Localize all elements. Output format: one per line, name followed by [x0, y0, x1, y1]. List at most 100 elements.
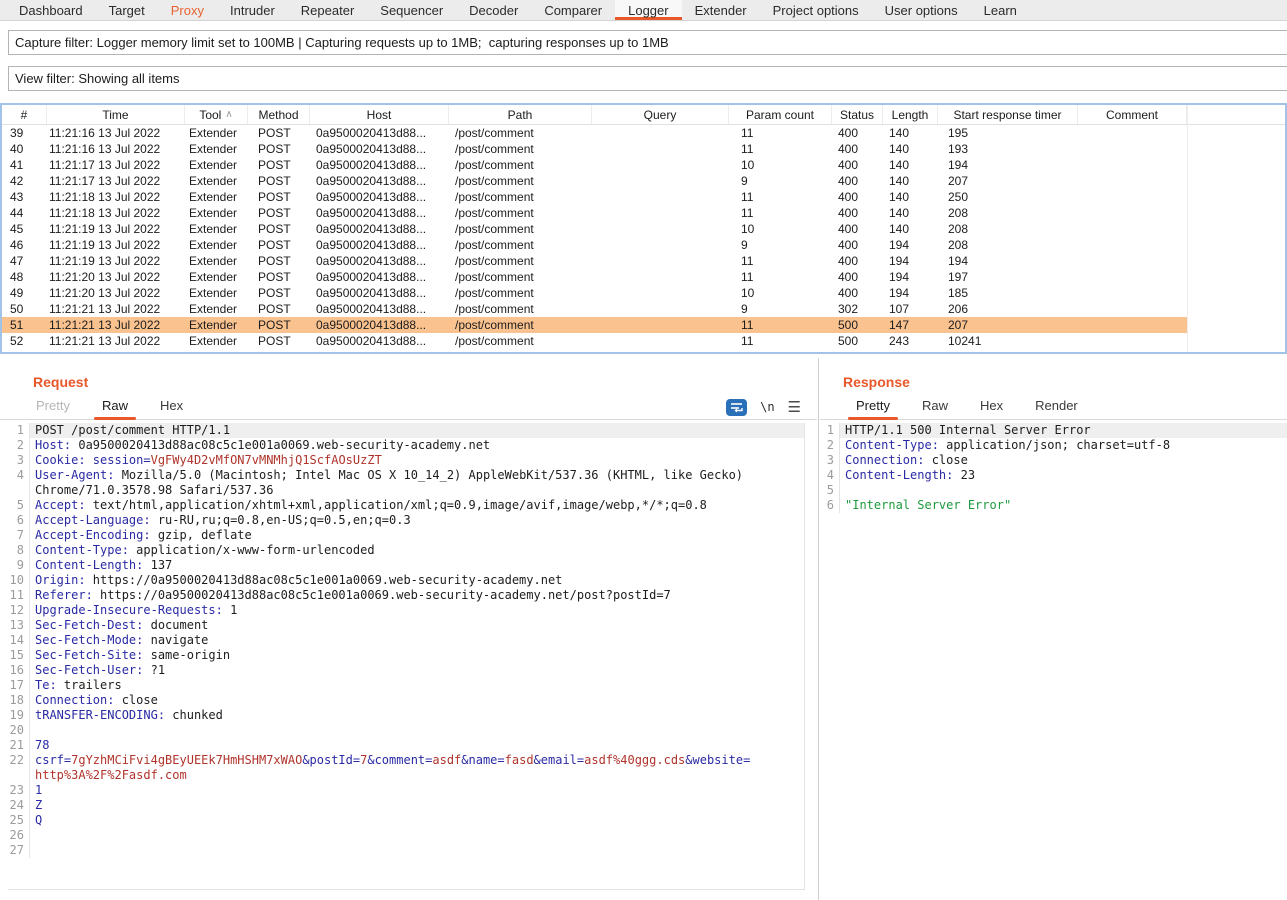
cell-tool: Extender — [185, 333, 248, 349]
log-row-50[interactable]: 5011:21:21 13 Jul 2022ExtenderPOST0a9500… — [2, 301, 1285, 317]
log-row-41[interactable]: 4111:21:17 13 Jul 2022ExtenderPOST0a9500… — [2, 157, 1285, 173]
cell-start-response-timer: 207 — [938, 173, 1078, 189]
response-tab-render[interactable]: Render — [1025, 398, 1088, 419]
capture-filter-text: Capture filter: Logger memory limit set … — [15, 35, 669, 50]
line-content: 1 — [30, 783, 804, 798]
log-row-43[interactable]: 4311:21:18 13 Jul 2022ExtenderPOST0a9500… — [2, 189, 1285, 205]
log-row-46[interactable]: 4611:21:19 13 Jul 2022ExtenderPOST0a9500… — [2, 237, 1285, 253]
nav-tab-repeater[interactable]: Repeater — [288, 0, 367, 20]
request-tab-pretty[interactable]: Pretty — [26, 398, 80, 419]
cell-tool: Extender — [185, 269, 248, 285]
log-row-52[interactable]: 5211:21:21 13 Jul 2022ExtenderPOST0a9500… — [2, 333, 1285, 349]
cell-start-response-timer: 223 — [938, 349, 1078, 354]
newline-toggle-icon[interactable]: \n — [760, 400, 774, 414]
line-content: http%3A%2F%2Fasdf.com — [30, 768, 804, 783]
line-number: 18 — [8, 693, 30, 708]
cell-host: 0a9500020413d88... — [310, 253, 449, 269]
column-header-[interactable]: # — [2, 105, 47, 124]
column-header-tool[interactable]: Tool∧ — [185, 105, 248, 124]
nav-tab-logger[interactable]: Logger — [615, 0, 681, 20]
line-content: POST /post/comment HTTP/1.1 — [30, 423, 804, 438]
log-row-39[interactable]: 3911:21:16 13 Jul 2022ExtenderPOST0a9500… — [2, 125, 1285, 141]
column-header-length[interactable]: Length — [883, 105, 938, 124]
line-content: Connection: close — [30, 693, 804, 708]
request-line-16: 16Sec-Fetch-User: ?1 — [8, 663, 804, 678]
column-header-method[interactable]: Method — [248, 105, 310, 124]
log-row-53[interactable]: 5311:21:22 13 Jul 2022ExtenderPOST0a9500… — [2, 349, 1285, 354]
column-header-comment[interactable]: Comment — [1078, 105, 1187, 124]
view-filter-bar[interactable]: View filter: Showing all items — [8, 66, 1287, 91]
response-tab-hex[interactable]: Hex — [970, 398, 1013, 419]
log-row-47[interactable]: 4711:21:19 13 Jul 2022ExtenderPOST0a9500… — [2, 253, 1285, 269]
cell-status: 302 — [832, 301, 883, 317]
sort-ascending-icon: ∧ — [225, 109, 232, 120]
cell-host: 0a9500020413d88... — [310, 205, 449, 221]
log-row-51[interactable]: 5111:21:21 13 Jul 2022ExtenderPOST0a9500… — [2, 317, 1285, 333]
cell-method: POST — [248, 349, 310, 354]
cell-method: POST — [248, 269, 310, 285]
cell-path: /post/comment — [449, 141, 592, 157]
line-number — [8, 483, 30, 498]
nav-tab-comparer[interactable]: Comparer — [531, 0, 615, 20]
cell-comment — [1078, 253, 1187, 269]
line-content: Accept: text/html,application/xhtml+xml,… — [30, 498, 804, 513]
request-editor[interactable]: 1POST /post/comment HTTP/1.12Host: 0a950… — [8, 423, 805, 890]
response-tab-raw[interactable]: Raw — [912, 398, 958, 419]
cell-status: 400 — [832, 189, 883, 205]
cell-time: 11:21:20 13 Jul 2022 — [47, 269, 185, 285]
nav-tab-target[interactable]: Target — [96, 0, 158, 20]
cell-param-count: 11 — [729, 125, 832, 141]
column-header-path[interactable]: Path — [449, 105, 592, 124]
wrap-lines-button[interactable] — [726, 399, 747, 416]
cell-length: 140 — [883, 157, 938, 173]
column-header-status[interactable]: Status — [832, 105, 883, 124]
column-header-start-response-timer[interactable]: Start response timer — [938, 105, 1078, 124]
cell-query — [592, 333, 729, 349]
log-row-49[interactable]: 4911:21:20 13 Jul 2022ExtenderPOST0a9500… — [2, 285, 1285, 301]
cell-time: 11:21:21 13 Jul 2022 — [47, 317, 185, 333]
cell-time: 11:21:17 13 Jul 2022 — [47, 173, 185, 189]
response-line-6: 6"Internal Server Error" — [824, 498, 1287, 513]
cell-start-response-timer: 208 — [938, 237, 1078, 253]
nav-tab-sequencer[interactable]: Sequencer — [367, 0, 456, 20]
request-tab-hex[interactable]: Hex — [150, 398, 193, 419]
editor-menu-icon[interactable]: ☰ — [788, 400, 801, 415]
cell-comment — [1078, 141, 1187, 157]
column-header-param-count[interactable]: Param count — [729, 105, 832, 124]
log-row-45[interactable]: 4511:21:19 13 Jul 2022ExtenderPOST0a9500… — [2, 221, 1285, 237]
line-number: 23 — [8, 783, 30, 798]
line-content: Z — [30, 798, 804, 813]
request-tab-raw[interactable]: Raw — [92, 398, 138, 419]
nav-tab-learn[interactable]: Learn — [971, 0, 1030, 20]
cell-tool: Extender — [185, 317, 248, 333]
nav-tab-dashboard[interactable]: Dashboard — [6, 0, 96, 20]
log-row-42[interactable]: 4211:21:17 13 Jul 2022ExtenderPOST0a9500… — [2, 173, 1285, 189]
request-tabs: Pretty Raw Hex — [0, 397, 817, 420]
line-content: Content-Length: 23 — [840, 468, 1287, 483]
nav-tab-decoder[interactable]: Decoder — [456, 0, 531, 20]
log-row-44[interactable]: 4411:21:18 13 Jul 2022ExtenderPOST0a9500… — [2, 205, 1285, 221]
cell-tool: Extender — [185, 301, 248, 317]
log-row-40[interactable]: 4011:21:16 13 Jul 2022ExtenderPOST0a9500… — [2, 141, 1285, 157]
cell-start-response-timer: 206 — [938, 301, 1078, 317]
log-row-48[interactable]: 4811:21:20 13 Jul 2022ExtenderPOST0a9500… — [2, 269, 1285, 285]
panel-splitter[interactable] — [818, 358, 819, 900]
cell-param-count: 11 — [729, 205, 832, 221]
response-line-4: 4Content-Length: 23 — [824, 468, 1287, 483]
nav-tab-user-options[interactable]: User options — [872, 0, 971, 20]
capture-filter-bar[interactable]: Capture filter: Logger memory limit set … — [8, 30, 1287, 55]
column-header-query[interactable]: Query — [592, 105, 729, 124]
cell-: 51 — [2, 317, 47, 333]
nav-tab-extender[interactable]: Extender — [682, 0, 760, 20]
cell-param-count: 11 — [729, 253, 832, 269]
response-tab-pretty[interactable]: Pretty — [846, 398, 900, 419]
column-header-time[interactable]: Time — [47, 105, 185, 124]
response-editor[interactable]: 1HTTP/1.1 500 Internal Server Error2Cont… — [824, 423, 1287, 890]
line-number: 12 — [8, 603, 30, 618]
nav-tab-intruder[interactable]: Intruder — [217, 0, 288, 20]
nav-tab-proxy[interactable]: Proxy — [158, 0, 217, 20]
line-number: 19 — [8, 708, 30, 723]
column-header-host[interactable]: Host — [310, 105, 449, 124]
nav-tab-project-options[interactable]: Project options — [760, 0, 872, 20]
line-number: 20 — [8, 723, 30, 738]
